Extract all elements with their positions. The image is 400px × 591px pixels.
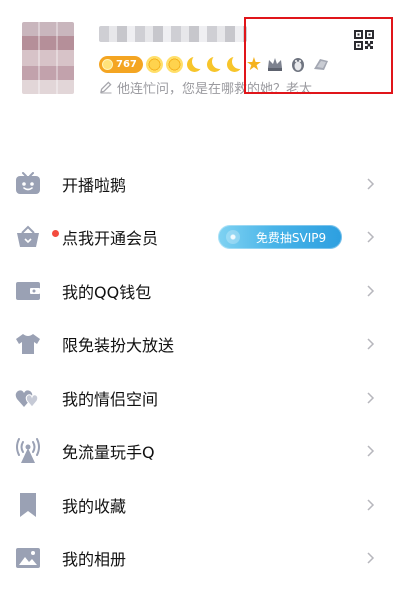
wallet-icon <box>14 277 42 305</box>
menu-item-wallet[interactable]: 我的QQ钱包 <box>0 264 400 318</box>
moon-level-icon <box>226 55 243 73</box>
chevron-right-icon <box>367 178 375 190</box>
pencil-icon <box>100 81 112 94</box>
menu-item-label: 点我开通会员 <box>62 229 159 249</box>
chevron-right-icon <box>367 231 375 243</box>
chevron-right-icon <box>367 499 375 511</box>
tv-icon <box>14 170 42 198</box>
chevron-right-icon <box>367 552 375 564</box>
moon-level-icon <box>206 55 223 73</box>
signal-tower-icon <box>14 437 42 465</box>
menu-item-label: 我的情侣空间 <box>62 389 159 409</box>
menu-item-couple-space[interactable]: 我的情侣空间 <box>0 371 400 425</box>
profile-header: 767 ★ 他连忙问，您是在哪救的她？老太 <box>0 0 400 140</box>
menu-item-favorites[interactable]: 我的收藏 <box>0 478 400 532</box>
menu-item-label: 我的QQ钱包 <box>62 282 152 302</box>
promo-text: 免费抽SVIP9 <box>255 230 327 245</box>
menu-item-label: 我的相册 <box>62 550 127 570</box>
chevron-right-icon <box>367 285 375 297</box>
moon-level-icon <box>186 55 203 73</box>
notification-dot <box>51 229 60 239</box>
chevron-right-icon <box>367 445 375 457</box>
menu-item-free-data[interactable]: 免流量玩手Q <box>0 425 400 479</box>
bookmark-icon <box>14 491 42 519</box>
menu-list: 开播啦鹅 点我开通会员 免费抽SVIP9 我的QQ钱包 限免装扮大放送 我的情侣… <box>0 157 400 585</box>
menu-item-label: 开播啦鹅 <box>62 175 127 195</box>
photo-album-icon <box>14 544 42 572</box>
coin-icon <box>102 58 113 70</box>
menu-item-label: 限免装扮大放送 <box>62 336 175 356</box>
level-value: 767 <box>116 58 137 70</box>
chevron-right-icon <box>367 392 375 404</box>
sun-level-icon <box>145 55 163 73</box>
menu-item-label: 我的收藏 <box>62 496 127 516</box>
nickname-blurred[interactable] <box>99 26 247 42</box>
menu-item-live[interactable]: 开播啦鹅 <box>0 157 400 211</box>
couple-hearts-icon <box>14 384 42 412</box>
menu-item-vip[interactable]: 点我开通会员 免费抽SVIP9 <box>0 211 400 265</box>
menu-item-album[interactable]: 我的相册 <box>0 532 400 586</box>
menu-item-dressup[interactable]: 限免装扮大放送 <box>0 318 400 372</box>
menu-item-label: 免流量玩手Q <box>62 443 155 463</box>
sun-level-icon <box>165 55 183 73</box>
svip-promo-badge[interactable]: 免费抽SVIP9 <box>218 225 342 250</box>
avatar[interactable] <box>22 22 74 94</box>
vip-basket-icon <box>14 223 60 251</box>
chevron-right-icon <box>367 338 375 350</box>
shirt-icon <box>14 330 42 358</box>
highlight-annotation-box <box>244 17 393 94</box>
level-badge[interactable]: 767 <box>99 55 143 73</box>
